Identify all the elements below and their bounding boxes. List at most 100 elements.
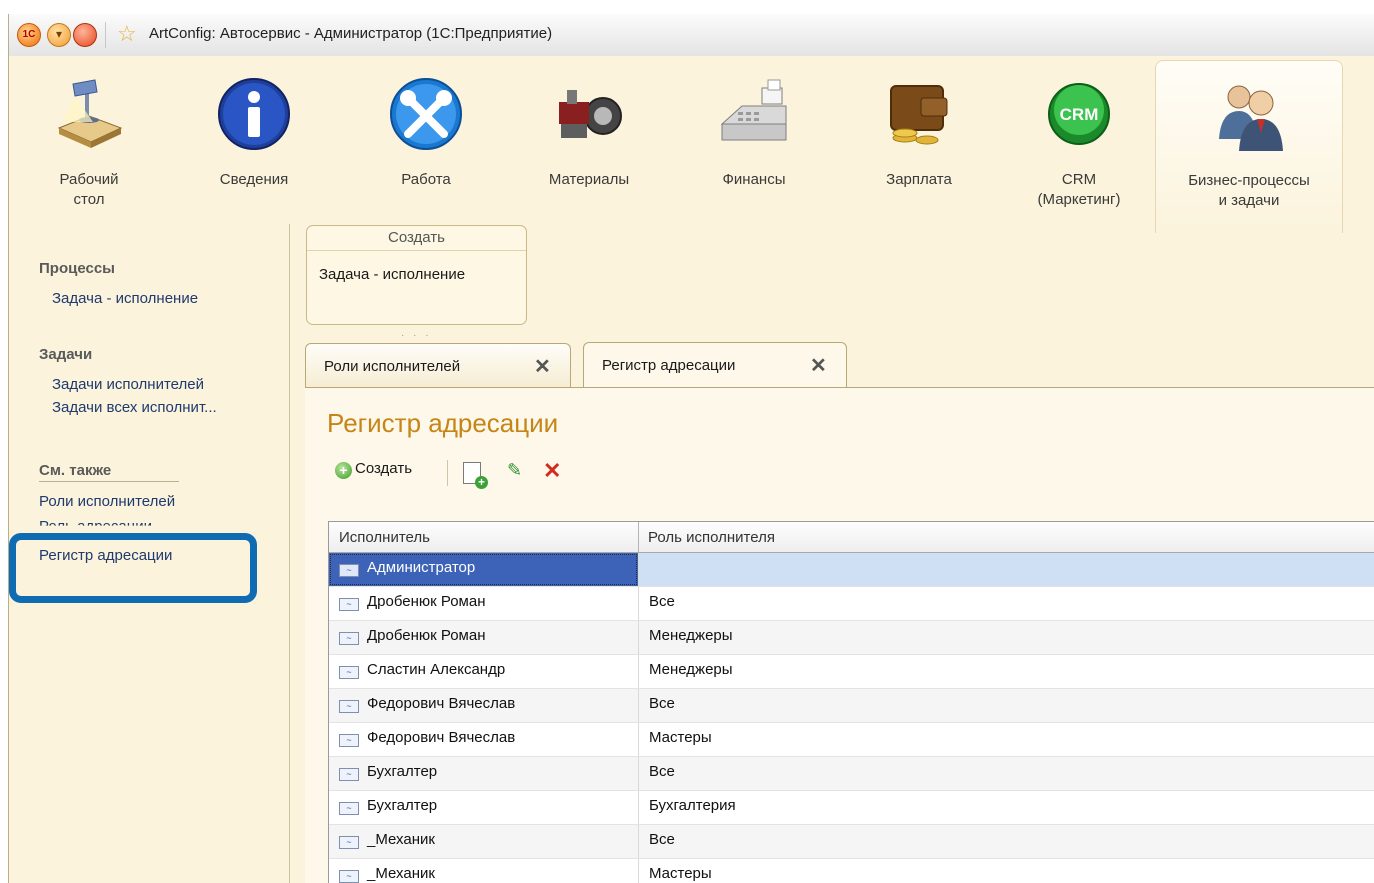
sidebar-item-performer-roles[interactable]: Роли исполнителей — [39, 493, 175, 510]
performer-name: Федорович Вячеслав — [367, 729, 516, 746]
app-logo-icon[interactable]: 1С — [17, 23, 41, 47]
sidebar-item-all-performer-tasks[interactable]: Задачи всех исполнит... — [52, 399, 217, 416]
tasks-header: Задачи — [39, 346, 93, 363]
performer-cell[interactable]: ~ Администратор — [329, 553, 638, 586]
close-icon[interactable]: ✕ — [810, 353, 827, 378]
role-cell[interactable]: Менеджеры — [638, 621, 1374, 654]
close-icon[interactable]: ✕ — [534, 354, 551, 379]
performer-cell[interactable]: ~ Федорович Вячеслав — [329, 689, 638, 722]
table-row[interactable]: ~ _Механик Все — [329, 825, 1374, 859]
performer-cell[interactable]: ~ Дробенюк Роман — [329, 587, 638, 620]
tab-addressing-register[interactable]: Регистр адресации ✕ — [583, 342, 847, 389]
record-icon: ~ — [339, 564, 359, 577]
role-name: Все — [649, 593, 675, 610]
section-materials[interactable]: Материалы — [534, 56, 644, 230]
see-also-underline — [39, 481, 179, 482]
history-back-icon[interactable]: ▾ — [47, 23, 71, 47]
sidebar-item-task-execution[interactable]: Задача - исполнение — [52, 290, 198, 307]
toolbar-separator — [447, 460, 448, 486]
see-also-header: См. также — [39, 462, 112, 479]
role-cell[interactable]: Все — [638, 757, 1374, 790]
register-table: Исполнитель Роль исполнителя ~ Администра… — [328, 521, 1374, 883]
processes-header: Процессы — [39, 260, 115, 277]
app-window: 1С ▾ ☆ ArtConfig: Автосервис - Администр… — [8, 14, 1374, 883]
role-cell[interactable]: Все — [638, 825, 1374, 858]
performer-name: Бухгалтер — [367, 763, 438, 780]
column-header-role[interactable]: Роль исполнителя — [648, 529, 775, 546]
panel-resize-grip[interactable]: · · · — [401, 330, 432, 341]
performer-cell[interactable]: ~ Дробенюк Роман — [329, 621, 638, 654]
role-name: Все — [649, 695, 675, 712]
table-row[interactable]: ~ Федорович Вячеслав Мастеры — [329, 723, 1374, 757]
create-button-label: Создать — [355, 460, 413, 477]
role-cell[interactable]: Мастеры — [638, 723, 1374, 756]
table-row[interactable]: ~ Дробенюк Роман Все — [329, 587, 1374, 621]
parts-icon — [559, 90, 622, 138]
role-name: Все — [649, 763, 675, 780]
role-name: Менеджеры — [649, 661, 733, 678]
role-cell[interactable]: Бухгалтерия — [638, 791, 1374, 824]
section-label: Рабочий стол — [59, 171, 119, 208]
edit-pencil-icon[interactable]: ✎ — [507, 460, 522, 481]
record-icon: ~ — [339, 836, 359, 849]
role-cell[interactable]: Менеджеры — [638, 655, 1374, 688]
role-name: Все — [649, 831, 675, 848]
record-icon: ~ — [339, 870, 359, 883]
performer-cell[interactable]: ~ Федорович Вячеслав — [329, 723, 638, 756]
record-icon: ~ — [339, 632, 359, 645]
performer-name: Федорович Вячеслав — [367, 695, 516, 712]
performer-name: Администратор — [367, 559, 476, 576]
table-row[interactable]: ~ _Механик Мастеры — [329, 859, 1374, 883]
column-header-performer[interactable]: Исполнитель — [339, 529, 430, 546]
delete-icon[interactable]: ✕ — [543, 458, 561, 484]
table-row[interactable]: ~ Дробенюк Роман Менеджеры — [329, 621, 1374, 655]
record-icon: ~ — [339, 802, 359, 815]
highlight-frame — [9, 533, 257, 603]
performer-cell[interactable]: ~ Бухгалтер — [329, 791, 638, 824]
section-salary[interactable]: Зарплата — [864, 56, 974, 230]
table-header: Исполнитель Роль исполнителя — [329, 522, 1374, 553]
form-title: Регистр адресации — [327, 408, 559, 438]
section-finance[interactable]: Финансы — [699, 56, 809, 230]
section-label: Работа — [401, 171, 451, 188]
record-icon[interactable] — [73, 23, 97, 47]
performer-name: _Механик — [367, 865, 435, 882]
window-title: ArtConfig: Автосервис - Администратор (1… — [149, 25, 553, 42]
section-work[interactable]: Работа — [381, 56, 471, 230]
table-row[interactable]: ~ Бухгалтер Бухгалтерия — [329, 791, 1374, 825]
favorites-star-icon[interactable]: ☆ — [117, 21, 137, 47]
record-icon: ~ — [339, 734, 359, 747]
section-business-processes[interactable]: Бизнес-процессы и задачи — [1155, 60, 1343, 233]
table-row[interactable]: ~ Сластин Александр Менеджеры — [329, 655, 1374, 689]
performer-name: _Механик — [367, 831, 435, 848]
create-button[interactable]: + Создать — [335, 460, 412, 479]
role-cell[interactable]: Все — [638, 587, 1374, 620]
role-cell[interactable]: Все — [638, 689, 1374, 722]
performer-name: Дробенюк Роман — [367, 593, 486, 610]
people-icon — [1219, 85, 1283, 151]
section-info[interactable]: Сведения — [199, 56, 309, 230]
table-row[interactable]: ~ Администратор — [329, 553, 1374, 587]
tools-icon — [390, 78, 462, 150]
column-divider — [638, 522, 639, 552]
table-row[interactable]: ~ Федорович Вячеслав Все — [329, 689, 1374, 723]
record-icon: ~ — [339, 768, 359, 781]
create-task-execution-link[interactable]: Задача - исполнение — [319, 266, 465, 283]
performer-cell[interactable]: ~ _Механик — [329, 825, 638, 858]
performer-cell[interactable]: ~ Бухгалтер — [329, 757, 638, 790]
table-row[interactable]: ~ Бухгалтер Все — [329, 757, 1374, 791]
create-panel-title: Создать — [307, 226, 526, 251]
section-crm[interactable]: CRM CRM (Маркетинг) — [1029, 56, 1129, 230]
tab-performer-roles[interactable]: Роли исполнителей ✕ — [305, 343, 571, 388]
performer-cell[interactable]: ~ _Механик — [329, 859, 638, 883]
sidebar-item-performer-tasks[interactable]: Задачи исполнителей — [52, 376, 204, 393]
section-label: CRM (Маркетинг) — [1037, 171, 1121, 208]
section-desktop[interactable]: Рабочий стол — [39, 56, 139, 230]
role-cell[interactable]: Мастеры — [638, 859, 1374, 883]
create-panel: Создать Задача - исполнение — [306, 225, 527, 325]
section-label: Зарплата — [886, 171, 952, 188]
performer-cell[interactable]: ~ Сластин Александр — [329, 655, 638, 688]
role-cell[interactable] — [638, 553, 1374, 586]
role-name: Менеджеры — [649, 627, 733, 644]
copy-icon[interactable] — [463, 462, 488, 489]
